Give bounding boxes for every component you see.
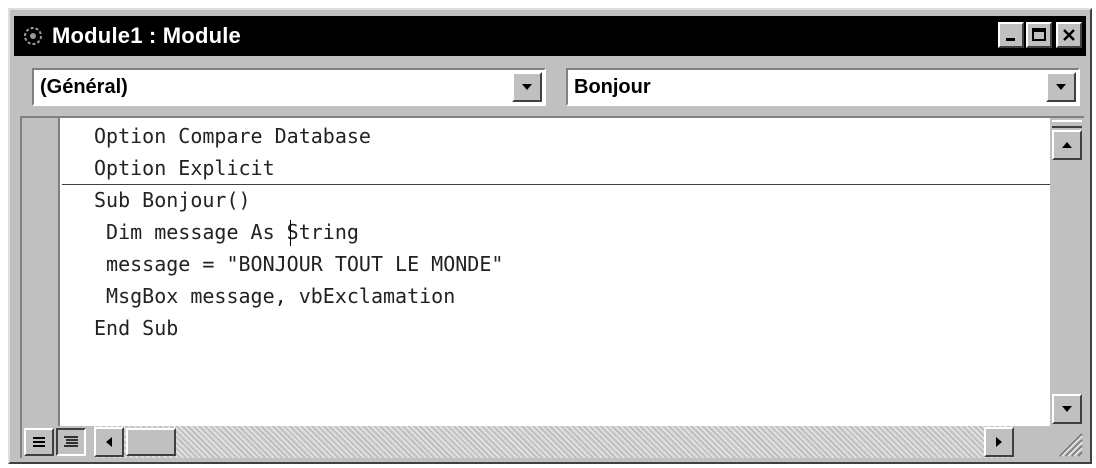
window-title: Module1 : Module (52, 23, 241, 48)
object-selector-value: (Général) (40, 75, 128, 98)
procedure-selector-value: Bonjour (574, 75, 651, 98)
code-line[interactable]: Dim message As String (94, 220, 359, 244)
minimize-icon (1006, 38, 1015, 41)
code-line[interactable]: Option Explicit (94, 156, 275, 180)
module-icon (24, 27, 42, 45)
object-dropdown-button[interactable] (512, 72, 542, 102)
chevron-down-icon (522, 84, 532, 90)
procedure-separator (62, 184, 1050, 185)
code-line[interactable]: MsgBox message, vbExclamation (94, 284, 455, 308)
margin-indicator-bar[interactable] (22, 118, 60, 426)
window-controls (998, 22, 1082, 48)
procedure-view-button[interactable] (24, 428, 54, 456)
resize-grip-icon[interactable] (1050, 426, 1084, 458)
vertical-scrollbar[interactable] (1050, 118, 1084, 426)
scroll-down-button[interactable] (1052, 394, 1082, 424)
horizontal-scrollbar[interactable] (94, 426, 1014, 458)
close-icon (1063, 29, 1075, 41)
full-module-view-icon (64, 436, 78, 447)
procedure-dropdown-button[interactable] (1046, 72, 1076, 102)
code-area[interactable]: Option Compare Database Option Explicit … (62, 118, 1050, 426)
full-module-view-button[interactable] (56, 428, 86, 456)
bottom-bar (22, 426, 1084, 458)
scroll-left-button[interactable] (94, 427, 124, 457)
maximize-icon (1032, 28, 1046, 41)
code-editor: Option Compare Database Option Explicit … (20, 116, 1084, 458)
arrow-left-icon (106, 437, 112, 447)
chevron-down-icon (1056, 84, 1066, 90)
scroll-right-button[interactable] (984, 427, 1014, 457)
minimize-button[interactable] (998, 22, 1024, 48)
text-cursor (290, 220, 291, 246)
code-line[interactable]: Sub Bonjour() (94, 188, 251, 212)
arrow-right-icon (996, 437, 1002, 447)
code-line[interactable]: message = "BONJOUR TOUT LE MONDE" (94, 252, 503, 276)
split-bar[interactable] (1052, 120, 1082, 128)
procedure-selector[interactable]: Bonjour (566, 68, 1080, 106)
title-bar[interactable]: Module1 : Module (14, 16, 1086, 56)
procedure-view-icon (33, 437, 45, 447)
close-button[interactable] (1056, 22, 1082, 48)
arrow-down-icon (1062, 406, 1072, 412)
horizontal-scroll-thumb[interactable] (126, 428, 176, 456)
scroll-up-button[interactable] (1052, 130, 1082, 160)
code-line[interactable]: End Sub (94, 316, 178, 340)
object-selector[interactable]: (Général) (32, 68, 546, 106)
maximize-button[interactable] (1026, 22, 1052, 48)
code-line[interactable]: Option Compare Database (94, 124, 371, 148)
module-window: Module1 : Module (Général) Bonjour Optio… (8, 8, 1092, 464)
arrow-up-icon (1062, 142, 1072, 148)
